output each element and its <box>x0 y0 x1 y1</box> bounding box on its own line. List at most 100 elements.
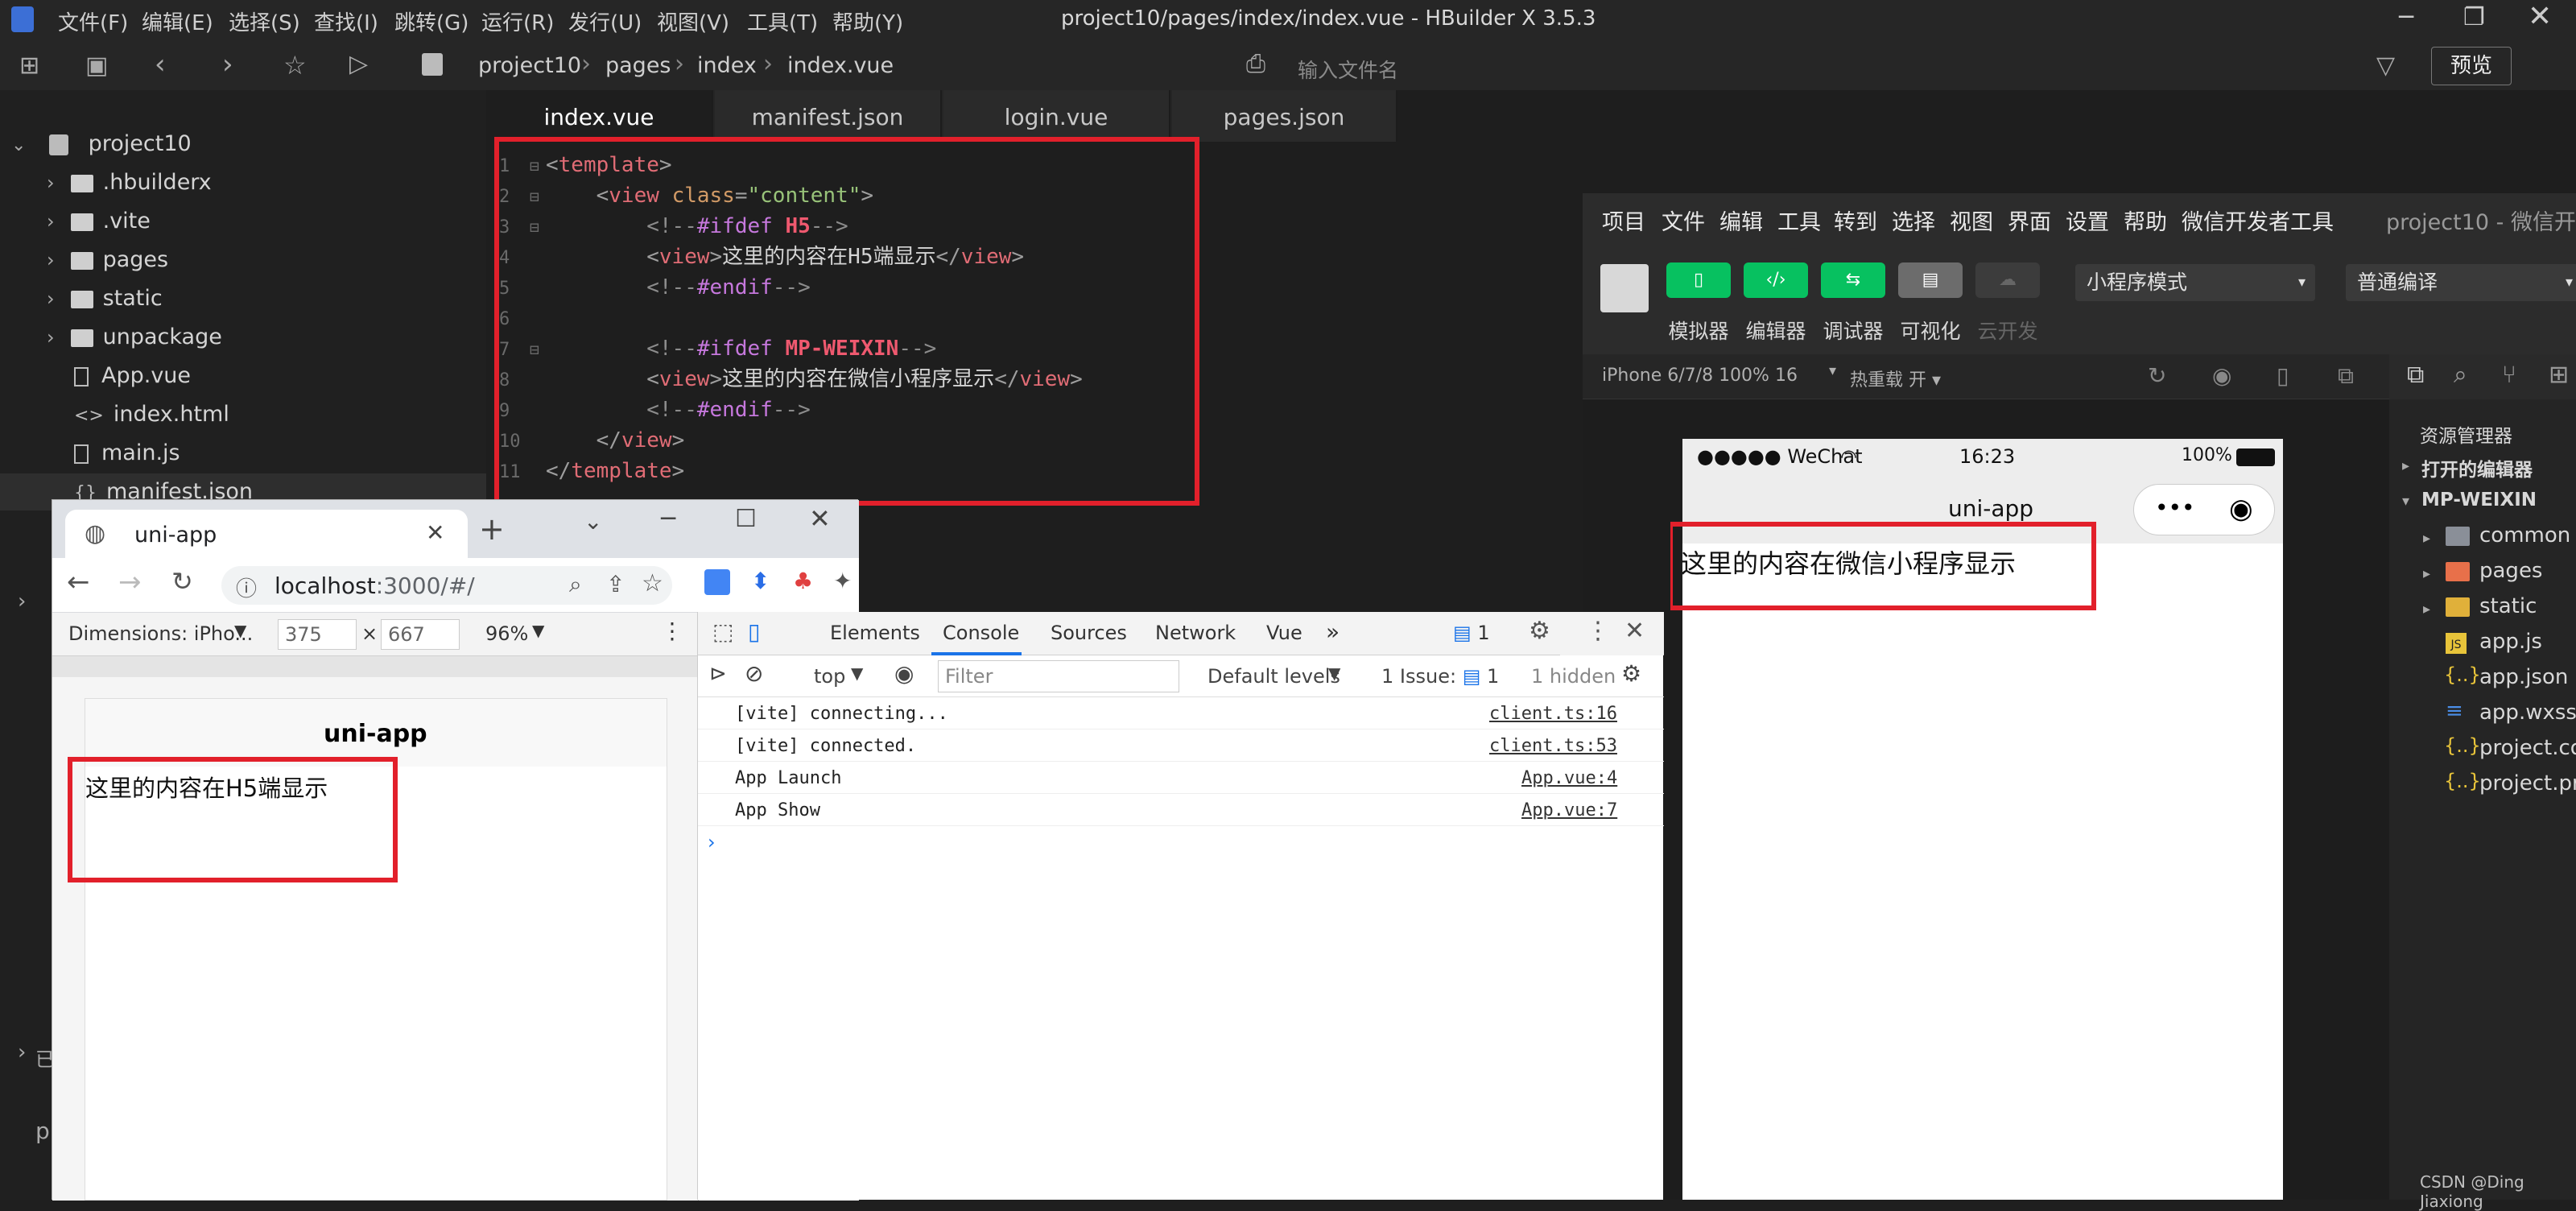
close-miniprogram-icon[interactable]: ◉ <box>2229 493 2253 525</box>
console-filter-input[interactable]: Filter <box>938 660 1179 692</box>
minimize-icon[interactable]: ─ <box>661 505 675 533</box>
settings-gear-icon[interactable]: ⚙ <box>1529 617 1550 645</box>
wx-menu-select[interactable]: 选择 <box>1892 205 1935 236</box>
mode-select[interactable]: 小程序模式 ▾ <box>2075 264 2315 301</box>
chevron-down-icon[interactable]: ▾ <box>2402 493 2409 510</box>
wx-menu-project[interactable]: 项目 <box>1602 205 1645 236</box>
bookmark-star-icon[interactable]: ☆ <box>642 569 663 597</box>
window-icon[interactable]: ⧉ <box>2338 362 2354 390</box>
tree-item-main-js[interactable]: main.js <box>74 435 180 472</box>
cloud-icon[interactable]: ☁ <box>1975 262 2040 298</box>
more-icon[interactable]: ••• <box>2155 494 2195 521</box>
visual-button-label[interactable]: 可视化 <box>1890 316 1971 345</box>
devtools-tab-console[interactable]: Console <box>943 622 1019 644</box>
menu-select[interactable]: 选择(S) <box>229 6 300 36</box>
menu-tools[interactable]: 工具(T) <box>747 6 818 36</box>
issues-button[interactable]: 1 Issue: ▤ 1 <box>1381 665 1499 688</box>
file-item[interactable]: pages <box>2479 559 2542 583</box>
info-icon[interactable]: ⓘ <box>236 572 257 602</box>
file-item[interactable]: app.json <box>2479 665 2568 689</box>
live-expression-eye-icon[interactable]: ◉ <box>894 660 914 687</box>
tab-pages-json[interactable]: pages.json <box>1172 90 1397 142</box>
wx-menu-goto[interactable]: 转到 <box>1834 205 1877 236</box>
tree-root-project10[interactable]: ⌄ project10 <box>11 126 192 163</box>
clear-console-icon[interactable]: ⊘ <box>745 660 763 687</box>
wx-menu-devtools[interactable]: 微信开发者工具 <box>2182 205 2334 236</box>
file-item[interactable]: project.priv <box>2479 771 2576 796</box>
back-icon[interactable]: ‹ <box>155 48 166 81</box>
new-file-icon[interactable]: ⊞ <box>19 52 39 80</box>
devtools-tab-vue[interactable]: Vue <box>1266 622 1302 644</box>
phone-icon[interactable]: ▯ <box>2277 362 2289 389</box>
breadcrumb-index[interactable]: index <box>697 53 757 78</box>
cloud-button-label[interactable]: 云开发 <box>1967 316 2048 345</box>
more-options-icon[interactable]: ⋮ <box>661 618 683 644</box>
close-icon[interactable]: ✕ <box>2528 0 2552 33</box>
tree-item-index-html[interactable]: <> index.html <box>74 396 229 433</box>
tree-item-vite[interactable]: › .vite <box>47 203 151 240</box>
filter-icon[interactable]: ▽ <box>2376 52 2395 80</box>
breadcrumb-project[interactable]: project10 <box>478 53 581 78</box>
debugger-icon[interactable]: ⇆ <box>1821 262 1885 298</box>
sidebar-toggle-icon[interactable]: ⊳ <box>709 662 727 686</box>
wx-menu-file[interactable]: 文件 <box>1662 205 1705 236</box>
mp-weixin-root[interactable]: MP-WEIXIN <box>2421 490 2537 510</box>
record-icon[interactable]: ◉ <box>2212 362 2231 389</box>
menu-publish[interactable]: 发行(U) <box>568 6 642 36</box>
console-source-link[interactable]: client.ts:16 <box>1489 704 1617 724</box>
browser-tab[interactable]: ◍ uni-app ✕ <box>65 510 468 558</box>
simulator-button-label[interactable]: 模拟器 <box>1658 316 1739 345</box>
restore-icon[interactable]: ❐ <box>2463 3 2485 31</box>
wx-menu-ui[interactable]: 界面 <box>2008 205 2051 236</box>
search-icon[interactable]: ⌕ <box>2454 361 2467 389</box>
translate-extension-icon[interactable] <box>704 569 730 595</box>
extension-icon[interactable]: ⬍ <box>751 568 770 594</box>
new-tab-icon[interactable]: + <box>479 511 505 547</box>
breadcrumb-pages[interactable]: pages <box>605 53 671 78</box>
console-source-link[interactable]: client.ts:53 <box>1489 736 1617 756</box>
reload-icon[interactable]: ↻ <box>171 566 193 597</box>
menu-run[interactable]: 运行(R) <box>481 6 554 36</box>
inspect-icon[interactable]: ⬚ <box>712 618 733 645</box>
open-editors-label[interactable]: 打开的编辑器 <box>2421 454 2533 482</box>
more-tabs-icon[interactable]: » <box>1326 618 1340 645</box>
fold-icon[interactable]: ⊟ <box>530 181 546 212</box>
menu-file[interactable]: 文件(F) <box>58 6 128 36</box>
file-item[interactable]: common <box>2479 523 2570 548</box>
branch-icon[interactable]: ⑂ <box>2502 361 2516 389</box>
devtools-tab-sources[interactable]: Sources <box>1051 622 1127 644</box>
address-bar[interactable]: ⓘ localhost:3000/#/ ⌕ ⇪ ☆ <box>221 566 672 605</box>
device-select[interactable]: Dimensions: iPho... <box>68 622 253 645</box>
messages-badge[interactable]: ▤ 1 <box>1453 622 1490 644</box>
minimize-icon[interactable]: ─ <box>2399 3 2413 31</box>
tab-login-vue[interactable]: login.vue <box>943 90 1170 142</box>
context-select[interactable]: top <box>814 665 845 688</box>
file-item[interactable]: app.js <box>2479 630 2542 654</box>
console-settings-gear-icon[interactable]: ⚙ <box>1621 660 1641 687</box>
simulator-icon[interactable]: ▯ <box>1666 262 1731 298</box>
tree-item-unpackage[interactable]: › unpackage <box>47 319 222 356</box>
run-icon[interactable]: ▷ <box>349 50 368 78</box>
devtools-tab-network[interactable]: Network <box>1155 622 1236 644</box>
zoom-select[interactable]: 96% <box>485 622 528 645</box>
files-icon[interactable]: ⧉ <box>2407 361 2424 389</box>
fold-icon[interactable]: ⊟ <box>530 334 546 365</box>
menu-edit[interactable]: 编辑(E) <box>142 6 213 36</box>
fold-icon[interactable]: ⊟ <box>530 151 546 181</box>
compile-select[interactable]: 普通编译 ▾ <box>2346 264 2576 301</box>
tree-item-pages[interactable]: › pages <box>47 242 168 279</box>
wx-menu-tools[interactable]: 工具 <box>1777 205 1821 236</box>
chevron-right-icon[interactable]: ▸ <box>2402 457 2409 474</box>
forward-icon[interactable]: › <box>222 48 233 81</box>
file-item[interactable]: app.wxss <box>2479 701 2576 725</box>
debugger-button-label[interactable]: 调试器 <box>1813 316 1893 345</box>
wx-menu-help[interactable]: 帮助 <box>2124 205 2167 236</box>
zoom-icon[interactable]: ⌕ <box>569 571 582 598</box>
maximize-icon[interactable]: ☐ <box>735 505 757 533</box>
menu-goto[interactable]: 跳转(G) <box>394 6 469 36</box>
wx-menu-settings[interactable]: 设置 <box>2066 205 2109 236</box>
forward-icon[interactable]: → <box>118 566 142 598</box>
capsule-menu[interactable]: ••• ◉ <box>2133 484 2275 535</box>
console-prompt-icon[interactable]: › <box>708 831 716 853</box>
avatar[interactable] <box>1600 264 1649 312</box>
